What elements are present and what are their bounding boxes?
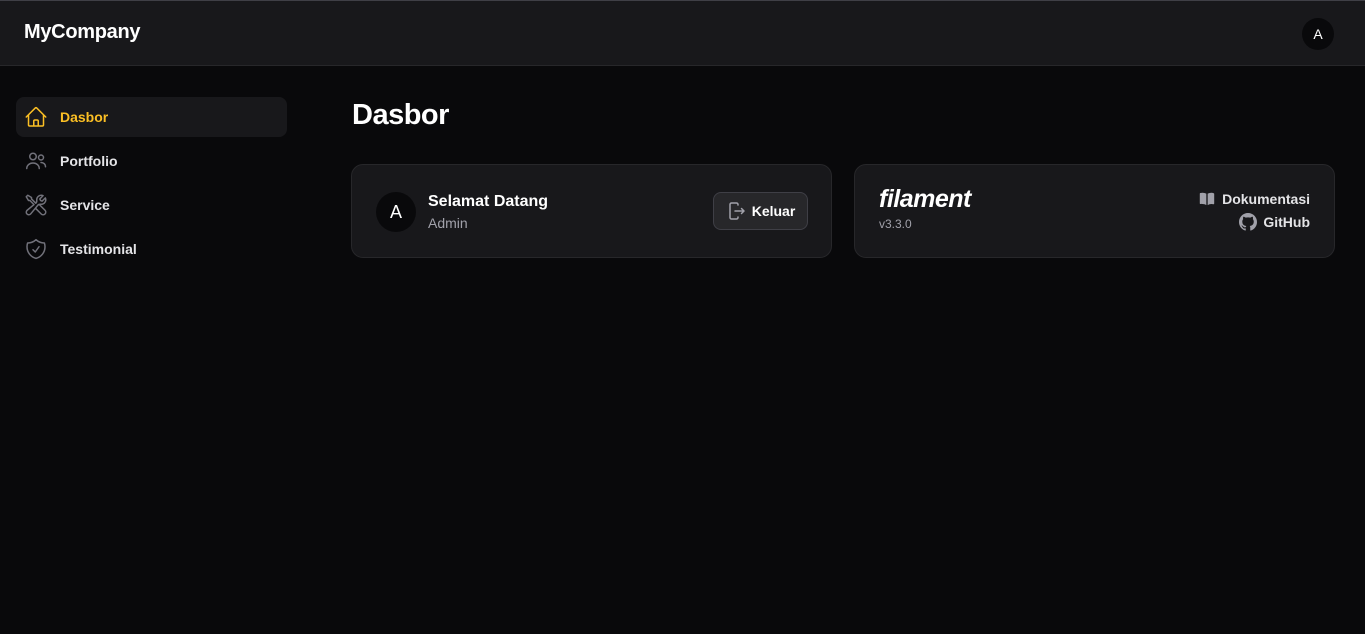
sidebar-item-service[interactable]: Service <box>16 185 287 225</box>
github-icon <box>1239 213 1263 231</box>
users-icon <box>24 149 48 173</box>
book-icon <box>1198 190 1222 208</box>
user-avatar-button[interactable]: A <box>1302 18 1334 50</box>
welcome-card: A Selamat Datang Admin Keluar <box>351 164 832 258</box>
sidebar-item-label: Dasbor <box>60 109 109 125</box>
sidebar-item-portfolio[interactable]: Portfolio <box>16 141 287 181</box>
sidebar-item-label: Service <box>60 197 110 213</box>
logout-label: Keluar <box>751 203 796 219</box>
github-label: GitHub <box>1263 214 1310 230</box>
sidebar-item-label: Portfolio <box>60 153 118 169</box>
documentation-link[interactable]: Dokumentasi <box>1198 190 1310 208</box>
github-link[interactable]: GitHub <box>1239 213 1310 231</box>
sidebar: Dasbor Portfolio Service Testimonial <box>16 97 287 273</box>
welcome-title: Selamat Datang <box>428 193 549 210</box>
home-icon <box>24 105 48 129</box>
logout-icon <box>726 201 752 221</box>
shield-check-icon <box>24 237 48 261</box>
version-label: v3.3.0 <box>879 217 912 231</box>
brand-logo[interactable]: MyCompany <box>24 21 141 44</box>
page-title: Dasbor <box>352 99 449 131</box>
sidebar-item-dasbor[interactable]: Dasbor <box>16 97 287 137</box>
logout-button[interactable]: Keluar <box>713 192 808 230</box>
wrench-screwdriver-icon <box>24 193 48 217</box>
filament-logo[interactable]: filament <box>879 185 971 214</box>
filament-info-card: filament v3.3.0 Dokumentasi GitHub <box>854 164 1335 258</box>
sidebar-item-testimonial[interactable]: Testimonial <box>16 229 287 269</box>
welcome-user-name: Admin <box>428 215 468 231</box>
sidebar-item-label: Testimonial <box>60 241 137 257</box>
documentation-label: Dokumentasi <box>1222 191 1310 207</box>
top-bar: MyCompany A <box>0 0 1365 66</box>
avatar: A <box>376 192 416 232</box>
